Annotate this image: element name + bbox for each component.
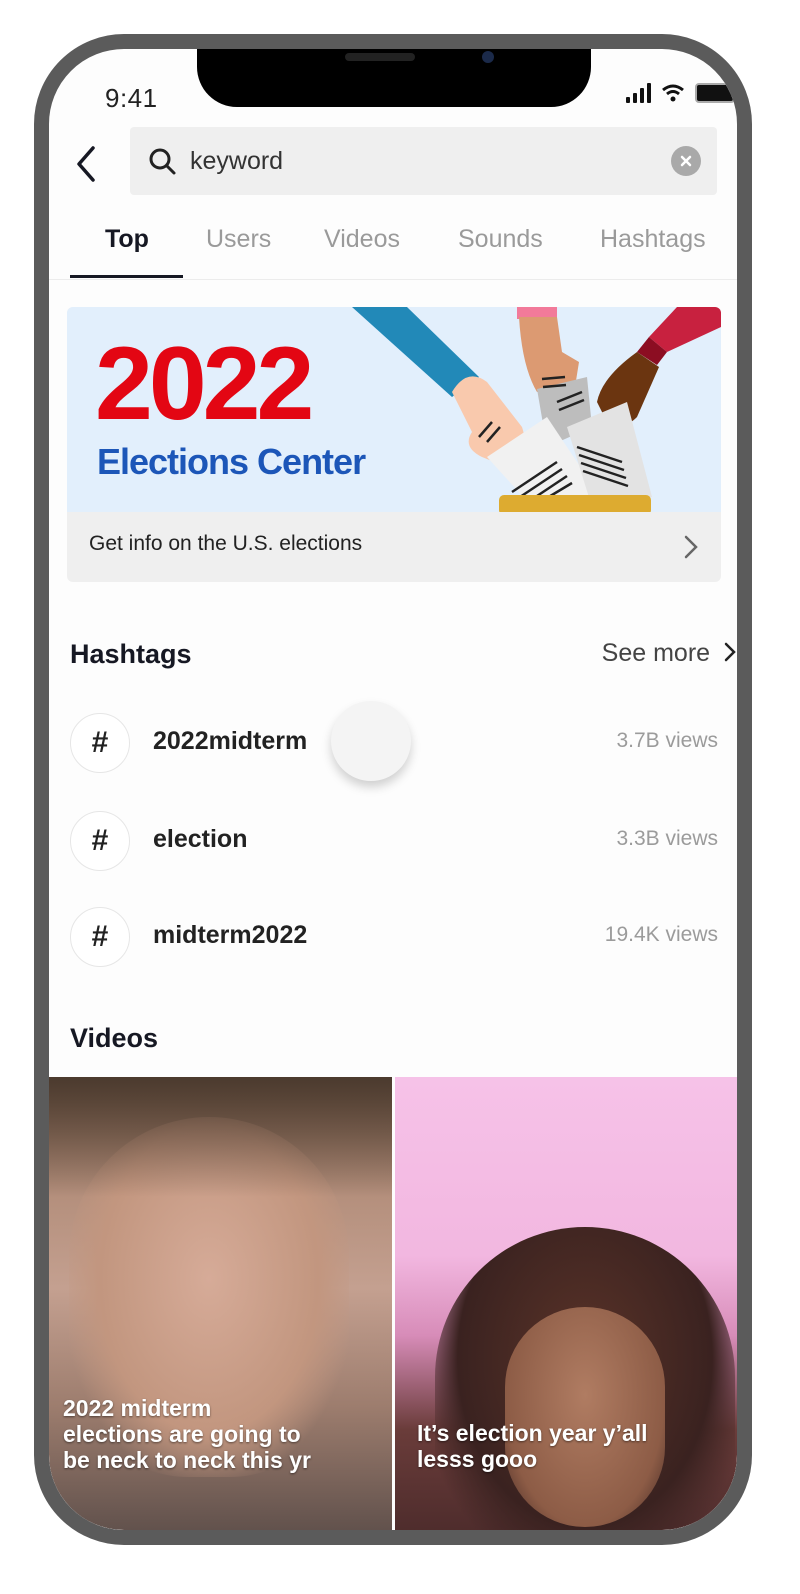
video-thumbnail-face	[505, 1307, 665, 1527]
elections-center-banner[interactable]: 2022 Elections Center Get info on the U.…	[67, 307, 721, 582]
status-time: 9:41	[105, 83, 158, 113]
hashtag-name: midterm2022	[153, 921, 308, 949]
see-more-button[interactable]: See more	[602, 639, 737, 668]
search-input[interactable]	[188, 145, 652, 177]
clear-search-button[interactable]	[671, 146, 701, 176]
hashtags-section-title: Hashtags	[70, 639, 192, 669]
battery-icon	[695, 83, 735, 103]
video-thumbnail-overlay	[49, 1077, 392, 1197]
ballot-hands-illustration	[352, 307, 721, 512]
hashtag-icon: #	[70, 811, 130, 871]
see-more-label: See more	[601, 639, 711, 667]
search-bar[interactable]	[130, 127, 717, 195]
banner-caption: Get info on the U.S. elections	[89, 532, 363, 555]
wifi-icon	[662, 84, 684, 102]
phone-frame: 9:41 keyword Top Users Videos Sounds Has…	[34, 34, 752, 1545]
tab-users[interactable]: Users	[206, 219, 271, 279]
video-tile[interactable]: 2022 midterm elections are going to be n…	[49, 1077, 392, 1530]
chevron-right-icon	[684, 535, 698, 559]
search-tabs: Top Users Videos Sounds Hashtags	[49, 219, 737, 280]
signal-icon	[626, 83, 651, 103]
videos-section-title: Videos	[70, 1023, 159, 1053]
hashtag-name: 2022midterm	[153, 727, 308, 755]
hashtag-views: 19.4K views	[604, 923, 718, 946]
video-tile[interactable]: It’s election year y’all lesss gooo Hang…	[395, 1077, 737, 1530]
hashtag-icon: #	[70, 713, 130, 773]
speaker	[345, 53, 415, 61]
banner-illustration: 2022 Elections Center	[67, 307, 721, 512]
hashtag-views: 3.7B views	[616, 729, 718, 752]
hashtag-views: 3.3B views	[616, 827, 718, 850]
notch	[197, 49, 591, 107]
chevron-right-icon	[724, 642, 736, 662]
screen: 9:41 keyword Top Users Videos Sounds Has…	[49, 49, 737, 1530]
back-button[interactable]	[71, 144, 101, 184]
hashtag-name: election	[153, 825, 248, 853]
touch-indicator	[331, 701, 411, 781]
hashtag-item[interactable]: # election 3.3B views	[70, 811, 718, 873]
tab-top[interactable]: Top	[105, 219, 149, 279]
search-icon	[149, 148, 176, 175]
video-caption: 2022 midterm elections are going to be n…	[63, 1395, 311, 1473]
video-caption: It’s election year y’all lesss gooo	[417, 1420, 648, 1472]
hashtag-item[interactable]: # midterm2022 19.4K views	[70, 907, 718, 969]
tab-hashtags[interactable]: Hashtags	[600, 219, 706, 279]
active-tab-indicator	[70, 275, 183, 278]
camera	[482, 51, 494, 63]
tab-sounds[interactable]: Sounds	[458, 219, 543, 279]
tab-videos[interactable]: Videos	[324, 219, 400, 279]
close-icon	[680, 155, 692, 167]
hashtag-icon: #	[70, 907, 130, 967]
status-icons	[626, 83, 735, 103]
